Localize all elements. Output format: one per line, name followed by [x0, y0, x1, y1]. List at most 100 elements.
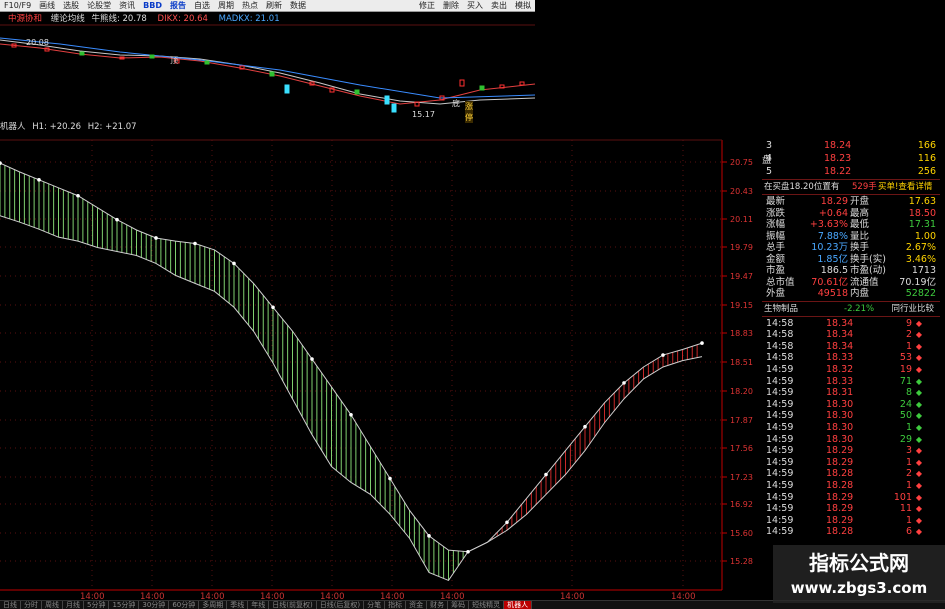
up-diamond-icon: ◆: [915, 515, 922, 525]
ind1-label1: 缠论均线: [50, 14, 85, 24]
tick-row: 14:59 18.33 71 ◆: [762, 376, 940, 388]
data-point: [232, 261, 236, 266]
y-tick-label: 18.83: [730, 329, 753, 338]
tick-price: 18.34: [826, 340, 854, 352]
bottom-tab[interactable]: 分笔: [364, 601, 386, 609]
notice-row[interactable]: 在买盘18.20位置有 529手 买单!查看详情: [762, 181, 940, 193]
data-point: [37, 178, 41, 182]
tick-row: 14:59 18.29 1 ◆: [762, 457, 940, 469]
mini-candle: [384, 95, 390, 105]
stat-row: 金额 1.85亿 换手(实) 3.46%: [762, 254, 940, 266]
stat-row: 涨跌 +0.64 最高 18.50: [762, 208, 940, 220]
up-diamond-icon: ◆: [915, 527, 922, 537]
tick-volume: 8: [905, 387, 912, 399]
tick-volume: 53: [899, 352, 912, 364]
tick-volume: 101: [893, 491, 912, 503]
stat-label-left: 振幅: [766, 230, 786, 242]
up-diamond-icon: ◆: [915, 469, 922, 479]
stat-row: 市盈 186.5 市盈(动) 1713: [762, 265, 940, 277]
data-point: [115, 217, 119, 222]
tick-price: 18.29: [826, 491, 854, 503]
sector-compare-button[interactable]: 同行业比较: [891, 303, 934, 315]
stat-value-left: 18.29: [820, 196, 848, 207]
stat-row: 总手 10.23万 换手 2.67%: [762, 242, 940, 254]
tick-time: 14:59: [766, 479, 794, 491]
up-diamond-icon: ◆: [915, 457, 922, 467]
y-tick-label: 18.20: [730, 387, 753, 396]
tick-row: 14:59 18.28 1 ◆: [762, 480, 940, 492]
data-point: [154, 236, 158, 240]
bottom-tab[interactable]: 季线: [227, 601, 249, 609]
tick-volume: 1: [905, 456, 912, 468]
bottom-tab[interactable]: 30分钟: [139, 601, 170, 609]
bottom-tab[interactable]: 筹码: [448, 601, 470, 609]
y-tick-label: 19.47: [730, 272, 753, 281]
stripe-group: [0, 163, 698, 581]
bottom-tab[interactable]: 15分钟: [109, 601, 140, 609]
tick-price: 18.30: [826, 410, 854, 422]
book-volume: 256: [917, 166, 936, 177]
bottom-tab[interactable]: 日线(后复权): [317, 601, 365, 609]
stat-value-right: 1713: [911, 265, 936, 276]
bottom-tab[interactable]: 机器人: [504, 601, 533, 609]
tick-price: 18.30: [826, 398, 854, 410]
data-point: [466, 549, 470, 554]
y-tick-label: 17.23: [730, 473, 753, 482]
tick-row: 14:59 18.29 11 ◆: [762, 503, 940, 515]
bottom-tab[interactable]: 日线: [0, 601, 21, 609]
up-diamond-icon: ◆: [915, 318, 922, 328]
stat-row: 最新 18.29 开盘 17.63: [762, 196, 940, 208]
y-tick-label: 19.79: [730, 243, 753, 252]
tick-volume: 50: [899, 410, 912, 422]
sector-name[interactable]: 生物制品: [764, 303, 798, 315]
bottom-tab[interactable]: 资金: [406, 601, 428, 609]
ind1-label3: DIKX: 20.64: [157, 14, 208, 24]
bottom-tab[interactable]: 财务: [427, 601, 449, 609]
data-point: [0, 161, 2, 165]
orderbook-row: 3 18.24 166: [762, 140, 940, 152]
bottom-tab[interactable]: 日线(前复权): [269, 601, 317, 609]
watermark-title: 指标公式网: [809, 551, 909, 575]
down-diamond-icon: ◆: [915, 434, 922, 444]
stat-value-right: 17.63: [908, 196, 936, 207]
tick-time: 14:58: [766, 352, 794, 364]
bottom-tab[interactable]: 5分钟: [84, 601, 110, 609]
book-price: 18.22: [824, 166, 852, 177]
tick-volume: 24: [899, 398, 912, 410]
bottom-tab[interactable]: 月线: [63, 601, 84, 609]
mini-candle: [239, 65, 245, 70]
stat-label-right: 换手(实): [850, 253, 886, 265]
stat-value-right: 18.50: [908, 207, 936, 219]
tick-time: 14:59: [766, 363, 794, 375]
bottom-tab[interactable]: 指标: [385, 601, 407, 609]
sector-pct: -2.21%: [844, 303, 875, 314]
mini-candle: [284, 84, 290, 94]
tick-volume: 1: [905, 340, 912, 352]
bottom-tab[interactable]: 60分钟: [169, 601, 200, 609]
stat-row: 涨幅 +3.63% 最低 17.31: [762, 219, 940, 231]
divider: [762, 179, 940, 180]
stat-value-right: 70.19亿: [899, 276, 936, 288]
bottom-tab[interactable]: 多周期: [199, 601, 228, 609]
tick-row: 14:59 18.30 50 ◆: [762, 410, 940, 422]
notice-right: 买单!查看详情: [878, 182, 933, 192]
upper-line: [0, 162, 703, 553]
bottom-tab[interactable]: 短线精灵: [469, 601, 505, 609]
mini-tag-limitup: 涨停: [465, 101, 473, 123]
book-volume: 166: [917, 140, 936, 151]
stat-label-left: 金额: [766, 253, 786, 265]
bottom-tab[interactable]: 年线: [248, 601, 270, 609]
bottom-tab[interactable]: 分时: [21, 601, 42, 609]
tick-volume: 19: [899, 363, 912, 375]
up-diamond-icon: ◆: [915, 492, 922, 502]
tick-time: 14:58: [766, 317, 794, 329]
bottom-tab[interactable]: 周线: [42, 601, 63, 609]
data-point: [76, 193, 80, 198]
stat-value-left: +0.64: [818, 207, 848, 219]
tick-price: 18.28: [826, 468, 854, 480]
ind1-label2: 牛熊线: 20.78: [91, 14, 147, 24]
down-diamond-icon: ◆: [915, 399, 922, 409]
notice-left: 在买盘18.20位置有: [764, 182, 840, 192]
mini-candle: [204, 60, 210, 65]
stat-value-right: 52822: [905, 288, 936, 299]
